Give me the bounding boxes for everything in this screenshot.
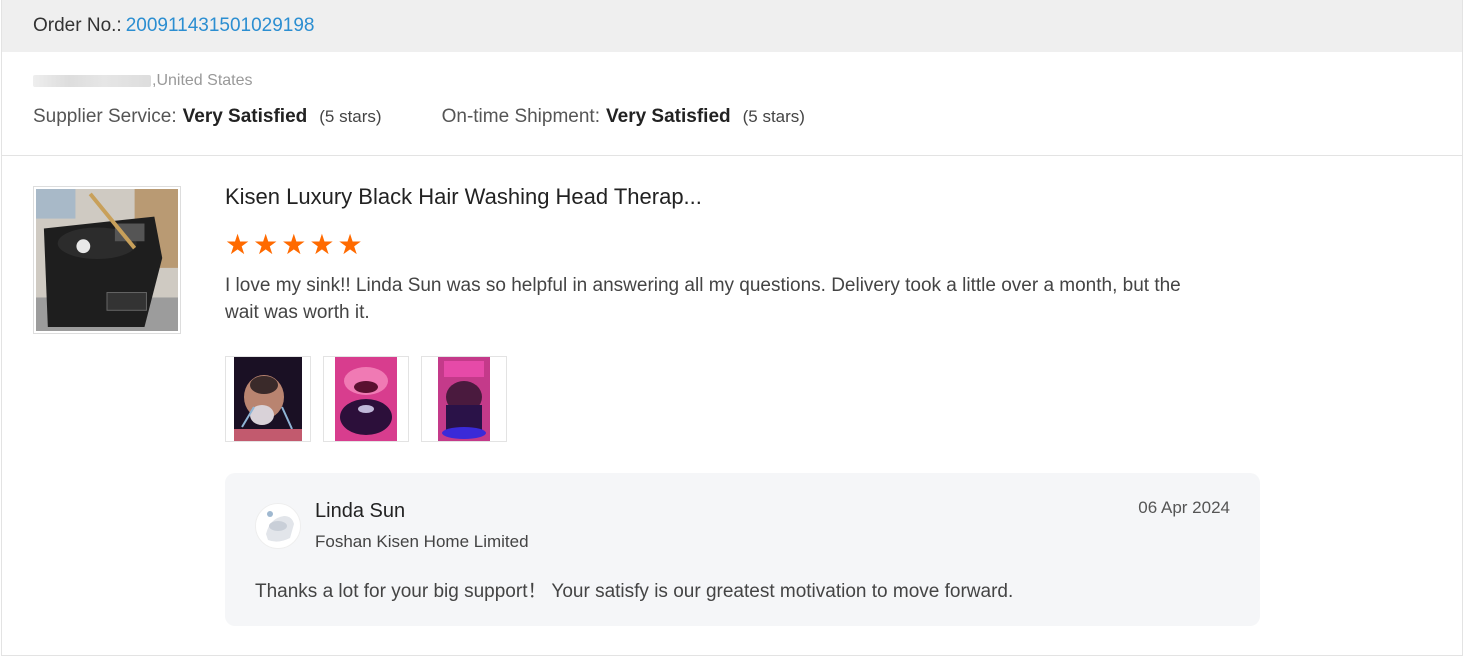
order-label: Order No.: bbox=[33, 15, 122, 36]
shipment-rating: On-time Shipment: Very Satisfied (5 star… bbox=[442, 106, 805, 128]
product-image bbox=[36, 189, 178, 331]
review-photo-3[interactable] bbox=[421, 356, 507, 442]
review-photos bbox=[225, 356, 507, 442]
product-title-link[interactable]: Kisen Luxury Black Hair Washing Head The… bbox=[225, 184, 702, 210]
supplier-reply: Linda Sun Foshan Kisen Home Limited 06 A… bbox=[225, 473, 1260, 626]
redacted-buyer-name bbox=[33, 75, 151, 87]
review-photo-2[interactable] bbox=[323, 356, 409, 442]
supplier-service-label: Supplier Service: bbox=[33, 106, 177, 127]
shipment-label: On-time Shipment: bbox=[441, 106, 600, 127]
buyer-info: ,United States Supplier Service: Very Sa… bbox=[2, 52, 1462, 156]
shipment-stars: (5 stars) bbox=[742, 107, 805, 126]
review-star-rating: ★ ★ ★ ★ ★ bbox=[225, 231, 363, 259]
buyer-location: ,United States bbox=[33, 72, 253, 90]
supplier-service-stars: (5 stars) bbox=[319, 107, 382, 126]
product-review: Kisen Luxury Black Hair Washing Head The… bbox=[2, 156, 1462, 656]
star-icon: ★ bbox=[281, 229, 307, 260]
order-number-link[interactable]: 200911431501029198 bbox=[126, 15, 315, 37]
supplier-service-value: Very Satisfied bbox=[182, 106, 308, 127]
service-ratings: Supplier Service: Very Satisfied (5 star… bbox=[33, 106, 805, 128]
shipment-value: Very Satisfied bbox=[606, 106, 731, 127]
supplier-company-name: Foshan Kisen Home Limited bbox=[315, 532, 529, 551]
review-text: I love my sink!! Linda Sun was so helpfu… bbox=[225, 275, 1181, 323]
reply-text: Thanks a lot for your big support！ Your … bbox=[255, 581, 1014, 602]
supplier-contact-name: Linda Sun bbox=[315, 500, 406, 522]
star-icon: ★ bbox=[225, 229, 251, 260]
star-icon: ★ bbox=[309, 229, 335, 260]
review-card: Order No.: 200911431501029198 ,United St… bbox=[1, 0, 1463, 656]
supplier-service-rating: Supplier Service: Very Satisfied (5 star… bbox=[33, 106, 382, 128]
star-icon: ★ bbox=[337, 229, 363, 260]
reply-date: 06 Apr 2024 bbox=[1138, 498, 1230, 517]
supplier-avatar bbox=[255, 503, 301, 549]
buyer-country: ,United States bbox=[152, 72, 253, 89]
product-thumbnail[interactable] bbox=[33, 186, 181, 334]
review-photo-1[interactable] bbox=[225, 356, 311, 442]
order-header: Order No.: 200911431501029198 bbox=[2, 0, 1462, 52]
star-icon: ★ bbox=[253, 229, 279, 260]
